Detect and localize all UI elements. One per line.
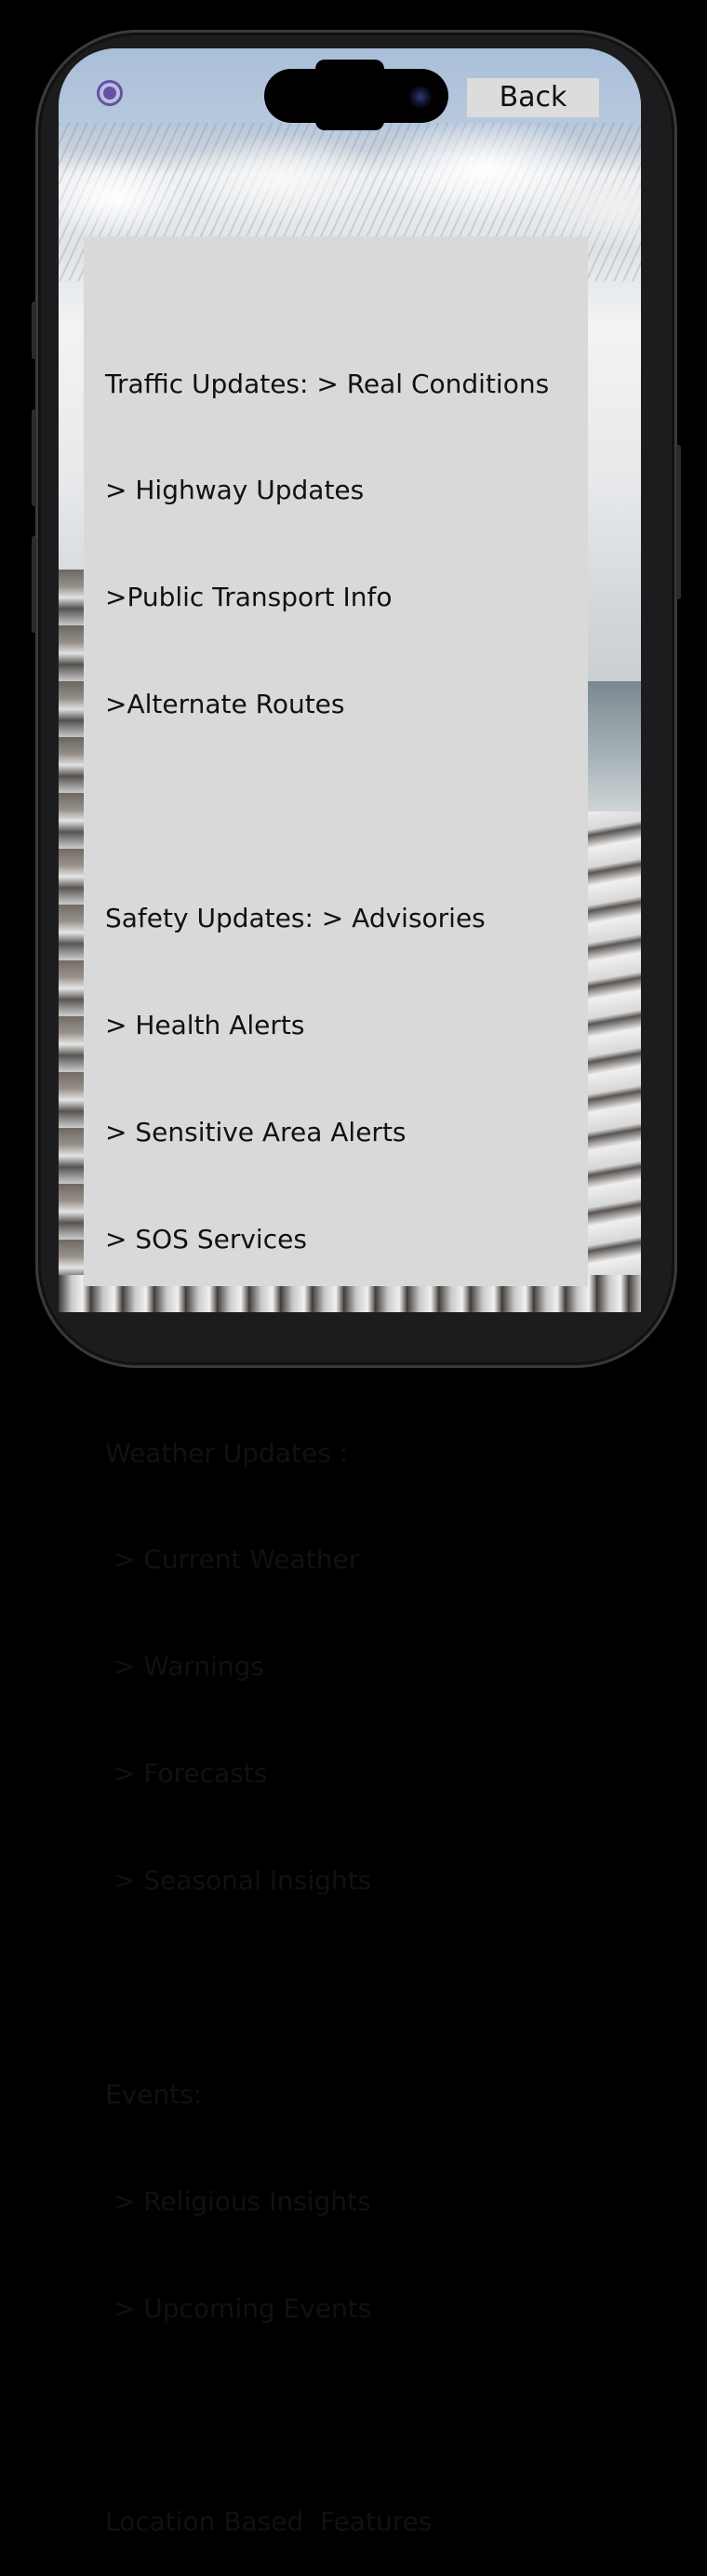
menu-item-seasonal-insights[interactable]: > Seasonal Insights <box>105 1863 626 1898</box>
safety-updates-heading[interactable]: Safety Updates: > Advisories <box>105 901 626 936</box>
menu-item-public-transport-info[interactable]: >Public Transport Info <box>105 580 626 615</box>
feature-menu: Traffic Updates: > Real Conditions > Hig… <box>105 295 626 2576</box>
menu-item-warnings[interactable]: > Warnings <box>105 1649 626 1684</box>
menu-item-upcoming-events[interactable]: > Upcoming Events <box>105 2291 626 2327</box>
front-camera-icon <box>409 86 432 108</box>
menu-spacer <box>105 794 626 829</box>
radio-button-icon[interactable] <box>97 80 123 106</box>
events-heading: Events: <box>105 2078 203 2110</box>
menu-spacer <box>105 1329 626 1364</box>
menu-item-highway-updates[interactable]: > Highway Updates <box>105 473 626 508</box>
menu-item-current-weather[interactable]: > Current Weather <box>105 1542 626 1577</box>
menu-spacer <box>105 2398 626 2434</box>
volume-down-button <box>32 536 36 633</box>
menu-item-health-alerts[interactable]: > Health Alerts <box>105 1008 626 1043</box>
menu-spacer <box>105 1970 626 2006</box>
menu-item-sensitive-area-alerts[interactable]: > Sensitive Area Alerts <box>105 1115 626 1150</box>
menu-item-alternate-routes[interactable]: >Alternate Routes <box>105 687 626 722</box>
menu-item-forecasts[interactable]: > Forecasts <box>105 1756 626 1791</box>
menu-item-religious-insights[interactable]: > Religious Insights <box>105 2184 626 2220</box>
power-button <box>676 445 681 599</box>
dynamic-island-notch <box>315 60 384 130</box>
rocky-bank-left <box>59 570 87 1295</box>
menu-item-sos-services[interactable]: > SOS Services <box>105 1222 626 1257</box>
weather-updates-heading: Weather Updates : <box>105 1437 349 1469</box>
action-button <box>32 302 36 359</box>
back-button[interactable]: Back <box>467 78 599 117</box>
radio-dot <box>103 87 116 100</box>
volume-up-button <box>32 409 36 506</box>
traffic-updates-heading[interactable]: Traffic Updates: > Real Conditions <box>105 367 626 402</box>
menu-item-location-based-features[interactable]: Location Based Features <box>105 2504 626 2540</box>
